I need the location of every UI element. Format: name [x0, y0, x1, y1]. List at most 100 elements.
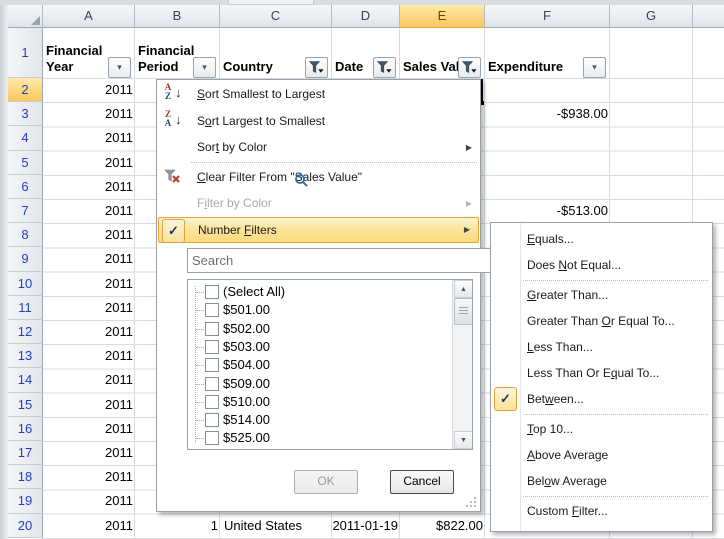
- ok-button[interactable]: OK: [294, 470, 358, 494]
- cell-a15[interactable]: 2011: [43, 393, 137, 416]
- menu-item-clear-filter-from-sales-value[interactable]: Clear Filter From "Sales Value": [157, 164, 480, 191]
- row-header-1[interactable]: 1: [8, 28, 43, 78]
- cell-a5[interactable]: 2011: [43, 151, 137, 174]
- cell-a10[interactable]: 2011: [43, 272, 137, 295]
- menu-item-does-not-equal[interactable]: Does Not Equal...: [491, 252, 712, 278]
- filter-value-item-51400[interactable]: $514.00: [188, 411, 443, 429]
- row-header-10[interactable]: 10: [8, 272, 43, 296]
- column-header-c[interactable]: C: [220, 5, 332, 28]
- filter-funnel-button[interactable]: [373, 57, 396, 78]
- checkbox[interactable]: [205, 413, 219, 427]
- checkbox[interactable]: [205, 431, 219, 445]
- row-header-3[interactable]: 3: [8, 102, 43, 126]
- row-header-12[interactable]: 12: [8, 320, 43, 344]
- column-header-b[interactable]: B: [135, 5, 220, 28]
- row-header-11[interactable]: 11: [8, 296, 43, 320]
- filter-funnel-button[interactable]: [305, 57, 328, 78]
- row-header-18[interactable]: 18: [8, 465, 43, 489]
- filter-value-item-52500[interactable]: $525.00: [188, 429, 443, 447]
- menu-item-filter-by-color[interactable]: Filter by Color▶: [157, 190, 480, 217]
- cell-f3[interactable]: -$938.00: [485, 102, 612, 125]
- select-all-corner[interactable]: [8, 5, 43, 28]
- column-header-d[interactable]: D: [332, 5, 400, 28]
- checkbox[interactable]: [205, 340, 219, 354]
- row-header-5[interactable]: 5: [8, 151, 43, 175]
- filter-value-item-50400[interactable]: $504.00: [188, 356, 443, 374]
- filter-value-item-select-all[interactable]: (Select All): [188, 283, 443, 301]
- menu-item-between[interactable]: ✓Between...: [491, 386, 712, 412]
- row-header-9[interactable]: 9: [8, 247, 43, 271]
- filter-dropdown-button[interactable]: ▾: [108, 57, 131, 78]
- header-cell-b[interactable]: Financial Period▾: [135, 28, 219, 78]
- row-header-15[interactable]: 15: [8, 393, 43, 417]
- cell-d20[interactable]: 2011-01-19: [332, 514, 402, 537]
- checkbox[interactable]: [205, 322, 219, 336]
- row-header-19[interactable]: 19: [8, 489, 43, 513]
- column-header-g[interactable]: G: [610, 5, 693, 28]
- row-header-7[interactable]: 7: [8, 199, 43, 223]
- menu-item-custom-filter[interactable]: Custom Filter...: [491, 498, 712, 524]
- checkbox[interactable]: [205, 395, 219, 409]
- filter-dropdown-button[interactable]: ▾: [583, 57, 606, 78]
- menu-item-sort-largest-to-smallest[interactable]: ZA↓Sort Largest to Smallest: [157, 108, 480, 135]
- cell-a7[interactable]: 2011: [43, 199, 137, 222]
- row-header-14[interactable]: 14: [8, 368, 43, 392]
- menu-item-less-than[interactable]: Less Than...: [491, 334, 712, 360]
- filter-funnel-button[interactable]: [458, 57, 481, 78]
- row-header-20[interactable]: 20: [8, 514, 43, 538]
- row-header-2[interactable]: 2: [8, 78, 43, 102]
- row-header-16[interactable]: 16: [8, 417, 43, 441]
- cell-a19[interactable]: 2011: [43, 489, 137, 512]
- cell-a14[interactable]: 2011: [43, 368, 137, 391]
- column-header-a[interactable]: A: [43, 5, 135, 28]
- resize-grip-icon[interactable]: [465, 496, 477, 508]
- menu-item-equals[interactable]: Equals...: [491, 226, 712, 252]
- cell-a16[interactable]: 2011: [43, 417, 137, 440]
- row-header-8[interactable]: 8: [8, 223, 43, 247]
- menu-item-greater-than[interactable]: Greater Than...: [491, 282, 712, 308]
- header-cell-e[interactable]: Sales Value: [400, 28, 484, 78]
- menu-item-number-filters[interactable]: ✓Number Filters▶: [158, 217, 479, 244]
- filter-value-item-50200[interactable]: $502.00: [188, 320, 443, 338]
- cell-a11[interactable]: 2011: [43, 296, 137, 319]
- row-header-4[interactable]: 4: [8, 126, 43, 150]
- filter-value-item-cropped[interactable]: [188, 448, 443, 450]
- column-header-e[interactable]: E: [400, 5, 485, 28]
- cancel-button[interactable]: Cancel: [390, 470, 454, 494]
- filter-dropdown-button[interactable]: ▾: [193, 57, 216, 78]
- menu-item-greater-than-or-equal-to[interactable]: Greater Than Or Equal To...: [491, 308, 712, 334]
- cell-b20[interactable]: 1: [135, 514, 222, 537]
- cell-a3[interactable]: 2011: [43, 102, 137, 125]
- cell-a17[interactable]: 2011: [43, 441, 137, 464]
- filter-value-item-50300[interactable]: $503.00: [188, 338, 443, 356]
- cell-e20[interactable]: $822.00: [400, 514, 487, 537]
- search-input[interactable]: [187, 248, 493, 273]
- header-cell-c[interactable]: Country: [220, 28, 331, 78]
- cell-f7[interactable]: -$513.00: [485, 199, 612, 222]
- row-header-17[interactable]: 17: [8, 441, 43, 465]
- checkbox[interactable]: [205, 303, 219, 317]
- header-cell-f[interactable]: Expenditure▾: [485, 28, 609, 78]
- row-header-13[interactable]: 13: [8, 344, 43, 368]
- header-cell-d[interactable]: Date: [332, 28, 399, 78]
- cell-a18[interactable]: 2011: [43, 465, 137, 488]
- column-header-partial[interactable]: [693, 5, 724, 28]
- cell-a12[interactable]: 2011: [43, 320, 137, 343]
- menu-item-top-10[interactable]: Top 10...: [491, 416, 712, 442]
- menu-item-sort-smallest-to-largest[interactable]: AZ↓Sort Smallest to Largest: [157, 81, 480, 108]
- menu-item-sort-by-color[interactable]: Sort by Color▶: [157, 134, 480, 161]
- filter-value-item-50100[interactable]: $501.00: [188, 301, 443, 319]
- cell-a13[interactable]: 2011: [43, 344, 137, 367]
- list-scrollbar[interactable]: ▲ ▼: [452, 280, 472, 449]
- scroll-down-icon[interactable]: ▼: [454, 431, 473, 449]
- cell-a20[interactable]: 2011: [43, 514, 137, 537]
- cell-a8[interactable]: 2011: [43, 223, 137, 246]
- menu-item-above-average[interactable]: Above Average: [491, 442, 712, 468]
- checkbox[interactable]: [205, 377, 219, 391]
- checkbox[interactable]: [205, 285, 219, 299]
- cell-a9[interactable]: 2011: [43, 247, 137, 270]
- menu-item-below-average[interactable]: Below Average: [491, 468, 712, 494]
- header-cell-a[interactable]: Financial Year▾: [43, 28, 134, 78]
- cell-c20[interactable]: United States: [220, 514, 334, 537]
- scroll-up-icon[interactable]: ▲: [454, 280, 473, 298]
